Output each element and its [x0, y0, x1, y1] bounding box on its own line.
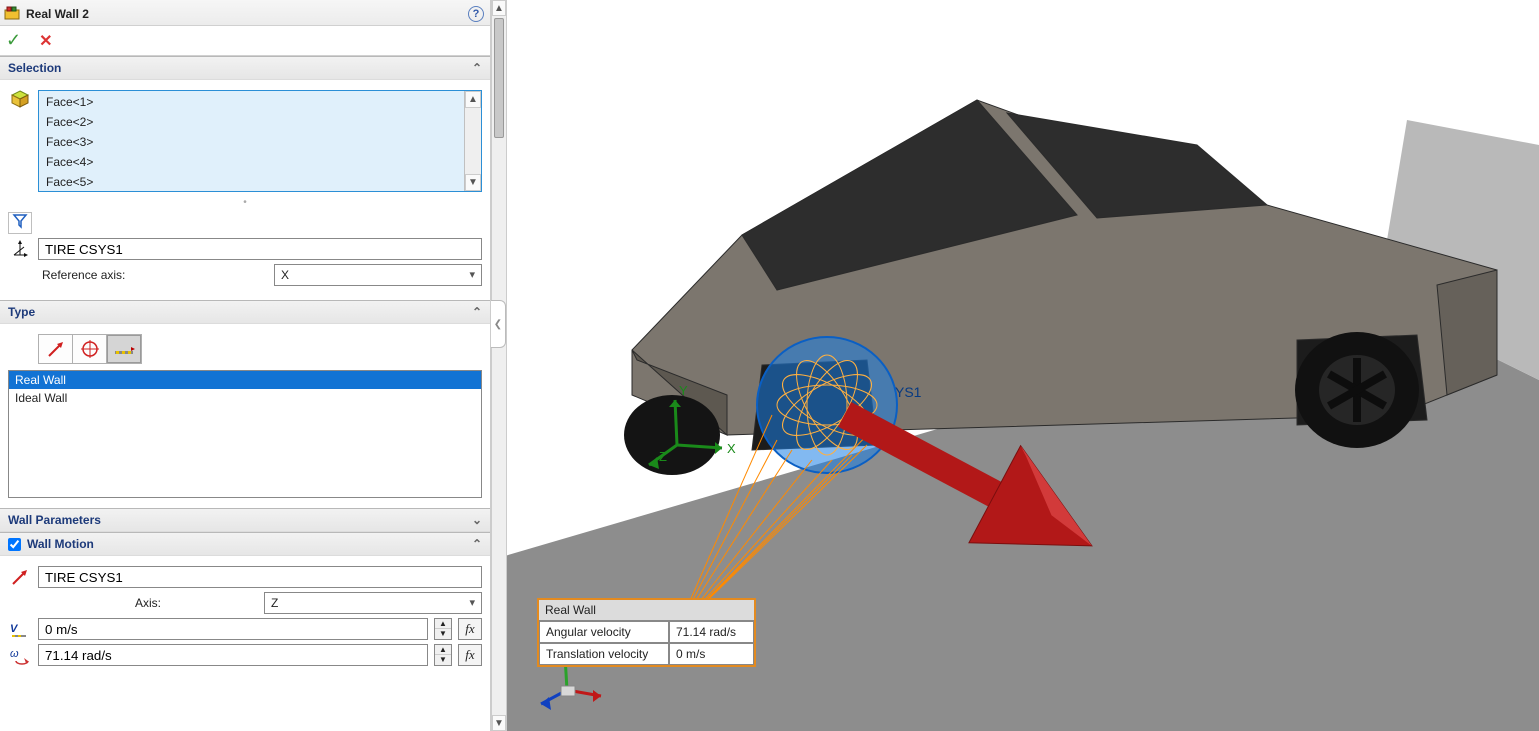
motion-csys-input[interactable] — [38, 566, 482, 588]
filter-icon[interactable] — [8, 212, 32, 234]
panel-collapse-handle[interactable]: ❮ — [491, 300, 506, 348]
cancel-button[interactable]: ✕ — [39, 31, 52, 51]
csys-input[interactable] — [38, 238, 482, 260]
scroll-up-icon[interactable]: ▲ — [492, 0, 506, 16]
panel-header: Real Wall 2 ? — [0, 0, 490, 26]
svg-text:ω: ω — [10, 648, 19, 660]
axis-label: Axis: — [38, 596, 258, 610]
csys-icon — [8, 240, 32, 258]
property-panel: Real Wall 2 ? ✓ ✕ Selection ⌃ Face<1> Fa… — [0, 0, 491, 731]
list-item[interactable]: Face<1> — [40, 92, 463, 112]
help-icon[interactable]: ? — [468, 6, 484, 22]
list-scrollbar[interactable]: ▲ ▼ — [464, 91, 481, 191]
spin-down-icon[interactable]: ▼ — [435, 655, 451, 665]
fx-button[interactable]: fx — [458, 644, 482, 666]
list-item[interactable]: Real Wall — [9, 371, 481, 389]
face-selection-list[interactable]: Face<1> Face<2> Face<3> Face<4> Face<5> … — [38, 90, 482, 192]
section-header-type[interactable]: Type ⌃ — [0, 300, 490, 324]
scroll-down-icon[interactable]: ▼ — [492, 715, 506, 731]
fx-button[interactable]: fx — [458, 618, 482, 640]
type-button-road[interactable] — [107, 335, 141, 363]
list-item[interactable]: Face<5> — [40, 172, 463, 190]
spinner-buttons[interactable]: ▲▼ — [434, 644, 452, 666]
spin-up-icon[interactable]: ▲ — [435, 619, 451, 629]
ok-button[interactable]: ✓ — [6, 30, 21, 51]
list-item[interactable]: Face<2> — [40, 112, 463, 132]
spin-down-icon[interactable]: ▼ — [435, 629, 451, 639]
feature-icon — [4, 6, 20, 22]
scrollbar-thumb[interactable] — [494, 18, 504, 138]
list-item[interactable]: Face<3> — [40, 132, 463, 152]
confirm-row: ✓ ✕ — [0, 26, 490, 56]
axis-select[interactable]: Z — [264, 592, 482, 614]
svg-text:X: X — [727, 441, 736, 456]
direction-arrow-icon — [8, 568, 32, 586]
table-row: Angular velocity 71.14 rad/s — [539, 621, 754, 643]
spin-up-icon[interactable]: ▲ — [435, 645, 451, 655]
chevron-up-icon[interactable]: ⌃ — [472, 537, 482, 551]
resize-grip-icon[interactable]: • — [8, 196, 482, 208]
callout-value: 71.14 rad/s — [669, 621, 754, 643]
type-mode-buttons — [38, 334, 142, 364]
wall-type-list[interactable]: Real Wall Ideal Wall — [8, 370, 482, 498]
body-icon — [8, 90, 32, 108]
reference-axis-label: Reference axis: — [38, 268, 268, 282]
scroll-up-icon[interactable]: ▲ — [465, 91, 481, 108]
list-item[interactable]: Face<4> — [40, 152, 463, 172]
callout-value: 0 m/s — [669, 643, 754, 665]
svg-text:Y: Y — [679, 383, 688, 398]
section-body-wall-motion: Axis: Z V ▲▼ fx ω ▲▼ fx — [0, 556, 490, 680]
reference-axis-select[interactable]: X — [274, 264, 482, 286]
graphics-viewport[interactable]: YS1 X Y Z Real Wall Angular velocity 71.… — [507, 0, 1539, 731]
section-header-selection[interactable]: Selection ⌃ — [0, 56, 490, 80]
linear-velocity-icon: V — [8, 620, 32, 638]
svg-text:Z: Z — [659, 449, 667, 464]
callout-key: Translation velocity — [539, 643, 669, 665]
scroll-down-icon[interactable]: ▼ — [465, 174, 481, 191]
spinner-buttons[interactable]: ▲▼ — [434, 618, 452, 640]
panel-scrollbar[interactable]: ▲ ▼ — [491, 0, 507, 731]
section-body-selection: Face<1> Face<2> Face<3> Face<4> Face<5> … — [0, 80, 490, 300]
table-row: Translation velocity 0 m/s — [539, 643, 754, 665]
chevron-up-icon[interactable]: ⌃ — [472, 61, 482, 75]
chevron-down-icon[interactable]: ⌄ — [472, 513, 482, 527]
chevron-up-icon[interactable]: ⌃ — [472, 305, 482, 319]
callout-table[interactable]: Real Wall Angular velocity 71.14 rad/s T… — [537, 598, 756, 667]
panel-title: Real Wall 2 — [26, 7, 468, 21]
section-body-type: Real Wall Ideal Wall — [0, 324, 490, 508]
callout-key: Angular velocity — [539, 621, 669, 643]
angular-velocity-input[interactable] — [38, 644, 428, 666]
section-header-wall-parameters[interactable]: Wall Parameters ⌄ — [0, 508, 490, 532]
section-header-wall-motion[interactable]: Wall Motion ⌃ — [0, 532, 490, 556]
reference-axis-value: X — [281, 268, 289, 282]
linear-velocity-input[interactable] — [38, 618, 428, 640]
wall-motion-checkbox[interactable] — [8, 538, 21, 551]
axis-value: Z — [271, 596, 278, 610]
angular-velocity-icon: ω — [8, 645, 32, 665]
section-label: Wall Parameters — [8, 513, 101, 527]
svg-text:V: V — [10, 623, 19, 635]
section-label: Wall Motion — [27, 537, 94, 551]
csys-on-model-label: YS1 — [895, 384, 922, 400]
callout-title: Real Wall — [539, 600, 754, 621]
section-label: Selection — [8, 61, 61, 75]
section-label: Type — [8, 305, 35, 319]
type-button-target[interactable] — [73, 335, 107, 363]
type-button-arrow[interactable] — [39, 335, 73, 363]
list-item[interactable]: Ideal Wall — [9, 389, 481, 407]
panel-splitter: ▲ ▼ — [491, 0, 507, 731]
